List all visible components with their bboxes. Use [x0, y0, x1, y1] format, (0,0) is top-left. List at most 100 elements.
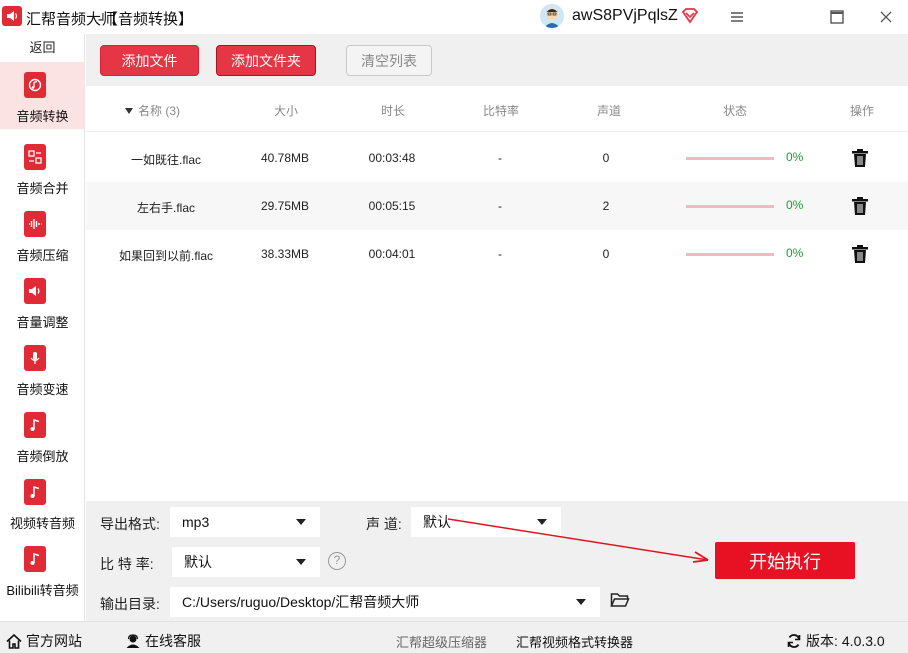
format-select[interactable]: mp3	[170, 507, 320, 537]
file-table: 名称 (3) 大小 时长 比特率 声道 状态 操作 一如既往.flac 40.7…	[86, 86, 908, 501]
sidebar-item-label: 音频变速	[16, 382, 69, 397]
format-value: mp3	[182, 514, 210, 530]
status-bar: 官方网站 在线客服 汇帮超级压缩器 汇帮视频格式转换器 版本: 4.0.3.0	[0, 621, 908, 653]
help-icon[interactable]: ?	[328, 552, 346, 570]
progress-bar	[686, 205, 774, 208]
output-dir-value: C:/Users/ruguo/Desktop/汇帮音频大师	[182, 594, 420, 610]
support-label: 在线客服	[145, 633, 201, 649]
back-button[interactable]: 返回	[0, 34, 85, 62]
app-window: 汇帮音频大师 -【音频转换】 awS8PVjPqlsZ 返回 音频转换 音频合并…	[0, 0, 908, 653]
column-header-name-label: 名称 (3)	[138, 104, 181, 118]
column-header-duration: 时长	[380, 104, 405, 118]
progress-bar	[686, 253, 774, 256]
audio-merge-icon	[24, 144, 46, 170]
sidebar-item-label: 音频压缩	[16, 248, 69, 263]
delete-icon[interactable]	[851, 244, 869, 264]
progress-percent: 0%	[786, 246, 804, 260]
website-link[interactable]: 官方网站	[6, 631, 82, 651]
menu-icon[interactable]	[722, 4, 752, 30]
sidebar-item-label: 音频合并	[16, 181, 69, 196]
version-info[interactable]: 版本: 4.0.3.0	[786, 631, 885, 651]
video-to-audio-icon	[24, 479, 46, 505]
progress-percent: 0%	[786, 150, 804, 164]
table-row[interactable]: 左右手.flac 29.75MB 00:05:15 - 2 0%	[86, 182, 908, 230]
column-header-status: 状态	[722, 104, 747, 118]
file-size: 40.78MB	[260, 151, 310, 165]
video-converter-link[interactable]: 汇帮视频格式转换器	[516, 632, 633, 651]
file-channels: 0	[602, 247, 610, 261]
file-duration: 00:05:15	[368, 199, 416, 213]
column-header-name[interactable]: 名称 (3)	[124, 102, 180, 119]
file-bitrate: -	[498, 151, 502, 165]
progress-bar	[686, 157, 774, 160]
column-header-bitrate: 比特率	[482, 104, 519, 118]
table-row[interactable]: 一如既往.flac 40.78MB 00:03:48 - 0 0%	[86, 134, 908, 182]
toolbar: 添加文件 添加文件夹 清空列表	[86, 34, 908, 86]
file-duration: 00:04:01	[368, 247, 416, 261]
sidebar-item-audio-merge[interactable]: 音频合并	[0, 134, 85, 201]
start-button[interactable]: 开始执行	[715, 542, 855, 579]
audio-reverse-icon	[24, 412, 46, 438]
sidebar-item-volume-adjust[interactable]: 音量调整	[0, 268, 85, 335]
close-icon[interactable]	[871, 4, 901, 30]
sidebar-item-audio-reverse[interactable]: 音频倒放	[0, 402, 85, 469]
username[interactable]: awS8PVjPqlsZ	[572, 7, 678, 25]
add-folder-button[interactable]: 添加文件夹	[216, 45, 316, 76]
website-label: 官方网站	[26, 633, 82, 649]
support-icon	[126, 633, 140, 648]
chevron-down-icon	[576, 599, 586, 605]
file-channels: 0	[602, 151, 610, 165]
page-title: -【音频转换】	[98, 11, 193, 28]
sidebar-item-label: 音频倒放	[16, 449, 69, 464]
add-file-button[interactable]: 添加文件	[100, 45, 199, 76]
sidebar-item-audio-speed[interactable]: 音频变速	[0, 335, 85, 402]
sidebar-item-audio-compress[interactable]: 音频压缩	[0, 201, 85, 268]
clear-list-button[interactable]: 清空列表	[346, 45, 432, 76]
column-header-action: 操作	[849, 104, 874, 118]
refresh-icon	[787, 634, 801, 648]
version-label: 版本:	[806, 633, 838, 649]
avatar[interactable]	[540, 4, 564, 28]
output-dir-select[interactable]: C:/Users/ruguo/Desktop/汇帮音频大师	[170, 587, 600, 617]
compressor-link[interactable]: 汇帮超级压缩器	[396, 632, 487, 651]
file-bitrate: -	[498, 199, 502, 213]
annotation-arrow	[447, 518, 709, 563]
file-name: 如果回到以前.flac	[118, 249, 213, 263]
version-value: 4.0.3.0	[841, 633, 885, 649]
format-label: 导出格式:	[100, 516, 160, 532]
column-header-size: 大小	[273, 104, 298, 118]
audio-speed-icon	[24, 345, 46, 371]
file-name: 左右手.flac	[136, 201, 195, 215]
home-icon	[6, 633, 22, 649]
support-link[interactable]: 在线客服	[125, 631, 201, 651]
sidebar-item-label: 视频转音频	[9, 516, 75, 531]
table-row[interactable]: 如果回到以前.flac 38.33MB 00:04:01 - 0 0%	[86, 230, 908, 278]
sidebar-item-bilibili-to-audio[interactable]: Bilibili转音频	[0, 536, 85, 603]
sidebar-item-video-to-audio[interactable]: 视频转音频	[0, 469, 85, 536]
file-size: 38.33MB	[260, 247, 310, 261]
chevron-down-icon	[296, 519, 306, 525]
file-name: 一如既往.flac	[130, 153, 201, 167]
delete-icon[interactable]	[851, 148, 869, 168]
sort-desc-icon	[125, 107, 133, 114]
channel-label: 声 道:	[366, 516, 402, 532]
maximize-icon[interactable]	[822, 4, 852, 30]
file-bitrate: -	[498, 247, 502, 261]
sidebar-item-label: Bilibili转音频	[6, 583, 79, 598]
app-logo-icon	[2, 6, 22, 26]
sidebar-item-audio-convert[interactable]: 音频转换	[0, 62, 85, 129]
vip-diamond-icon[interactable]	[680, 6, 700, 26]
output-dir-label: 输出目录:	[100, 596, 160, 612]
column-header-channels: 声道	[596, 104, 621, 118]
title-bar: 汇帮音频大师 -【音频转换】 awS8PVjPqlsZ	[0, 0, 908, 34]
file-duration: 00:03:48	[368, 151, 416, 165]
bilibili-to-audio-icon	[24, 546, 46, 572]
bitrate-value: 默认	[184, 554, 212, 570]
folder-open-icon[interactable]	[610, 591, 630, 609]
volume-adjust-icon	[24, 278, 46, 304]
table-header: 名称 (3) 大小 时长 比特率 声道 状态 操作	[86, 86, 908, 132]
bitrate-select[interactable]: 默认	[172, 547, 320, 577]
chevron-down-icon	[296, 559, 306, 565]
delete-icon[interactable]	[851, 196, 869, 216]
audio-convert-icon	[24, 72, 46, 98]
